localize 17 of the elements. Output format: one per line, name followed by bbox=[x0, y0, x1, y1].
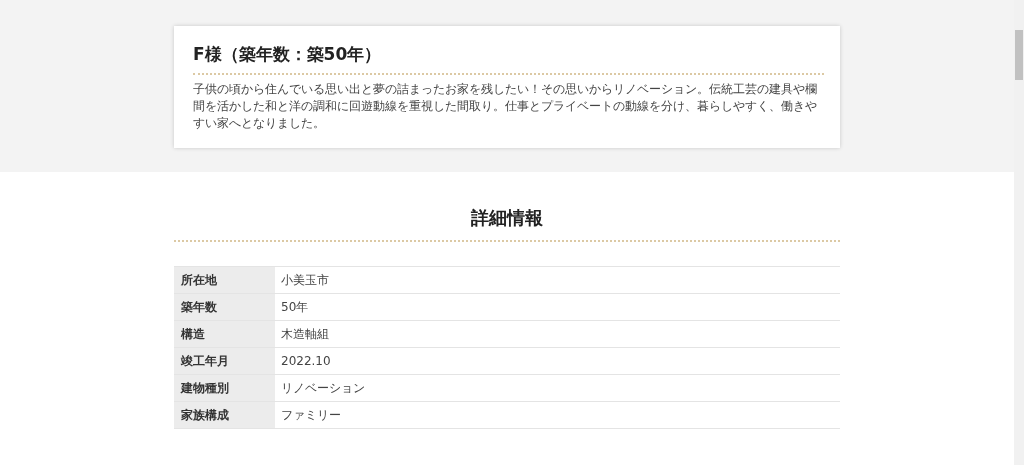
table-cell: 50年 bbox=[275, 293, 840, 321]
table-header-cell: 築年数 bbox=[174, 293, 275, 321]
scrollbar[interactable] bbox=[1014, 0, 1024, 465]
case-description: 子供の頃から住んでいる思い出と夢の詰まったお家を残したい！その思いからリノベーション。伝統工芸の建具や欄間を活かした和と洋の調和に回遊動線を重視した間取り。仕事とプライベートの動線を分け、暮らしやすく、働きやすい家へとなりました。 bbox=[193, 81, 818, 132]
table-header-cell: 竣工年月 bbox=[174, 347, 275, 375]
table-cell: 2022.10 bbox=[275, 347, 840, 375]
table-header-cell: 所在地 bbox=[174, 266, 275, 294]
table-cell: 小美玉市 bbox=[275, 266, 840, 294]
table-cell: 木造軸組 bbox=[275, 320, 840, 348]
case-title: F様（築年数：築50年） bbox=[193, 43, 383, 66]
section-heading: 詳細情報 bbox=[470, 206, 544, 230]
scrollbar-thumb[interactable] bbox=[1015, 30, 1023, 80]
table-header-cell: 建物種別 bbox=[174, 374, 275, 402]
table-header-cell: 構造 bbox=[174, 320, 275, 348]
table-cell: ファミリー bbox=[275, 401, 840, 429]
table-header-cell: 家族構成 bbox=[174, 401, 275, 429]
table-cell: リノベーション bbox=[275, 374, 840, 402]
